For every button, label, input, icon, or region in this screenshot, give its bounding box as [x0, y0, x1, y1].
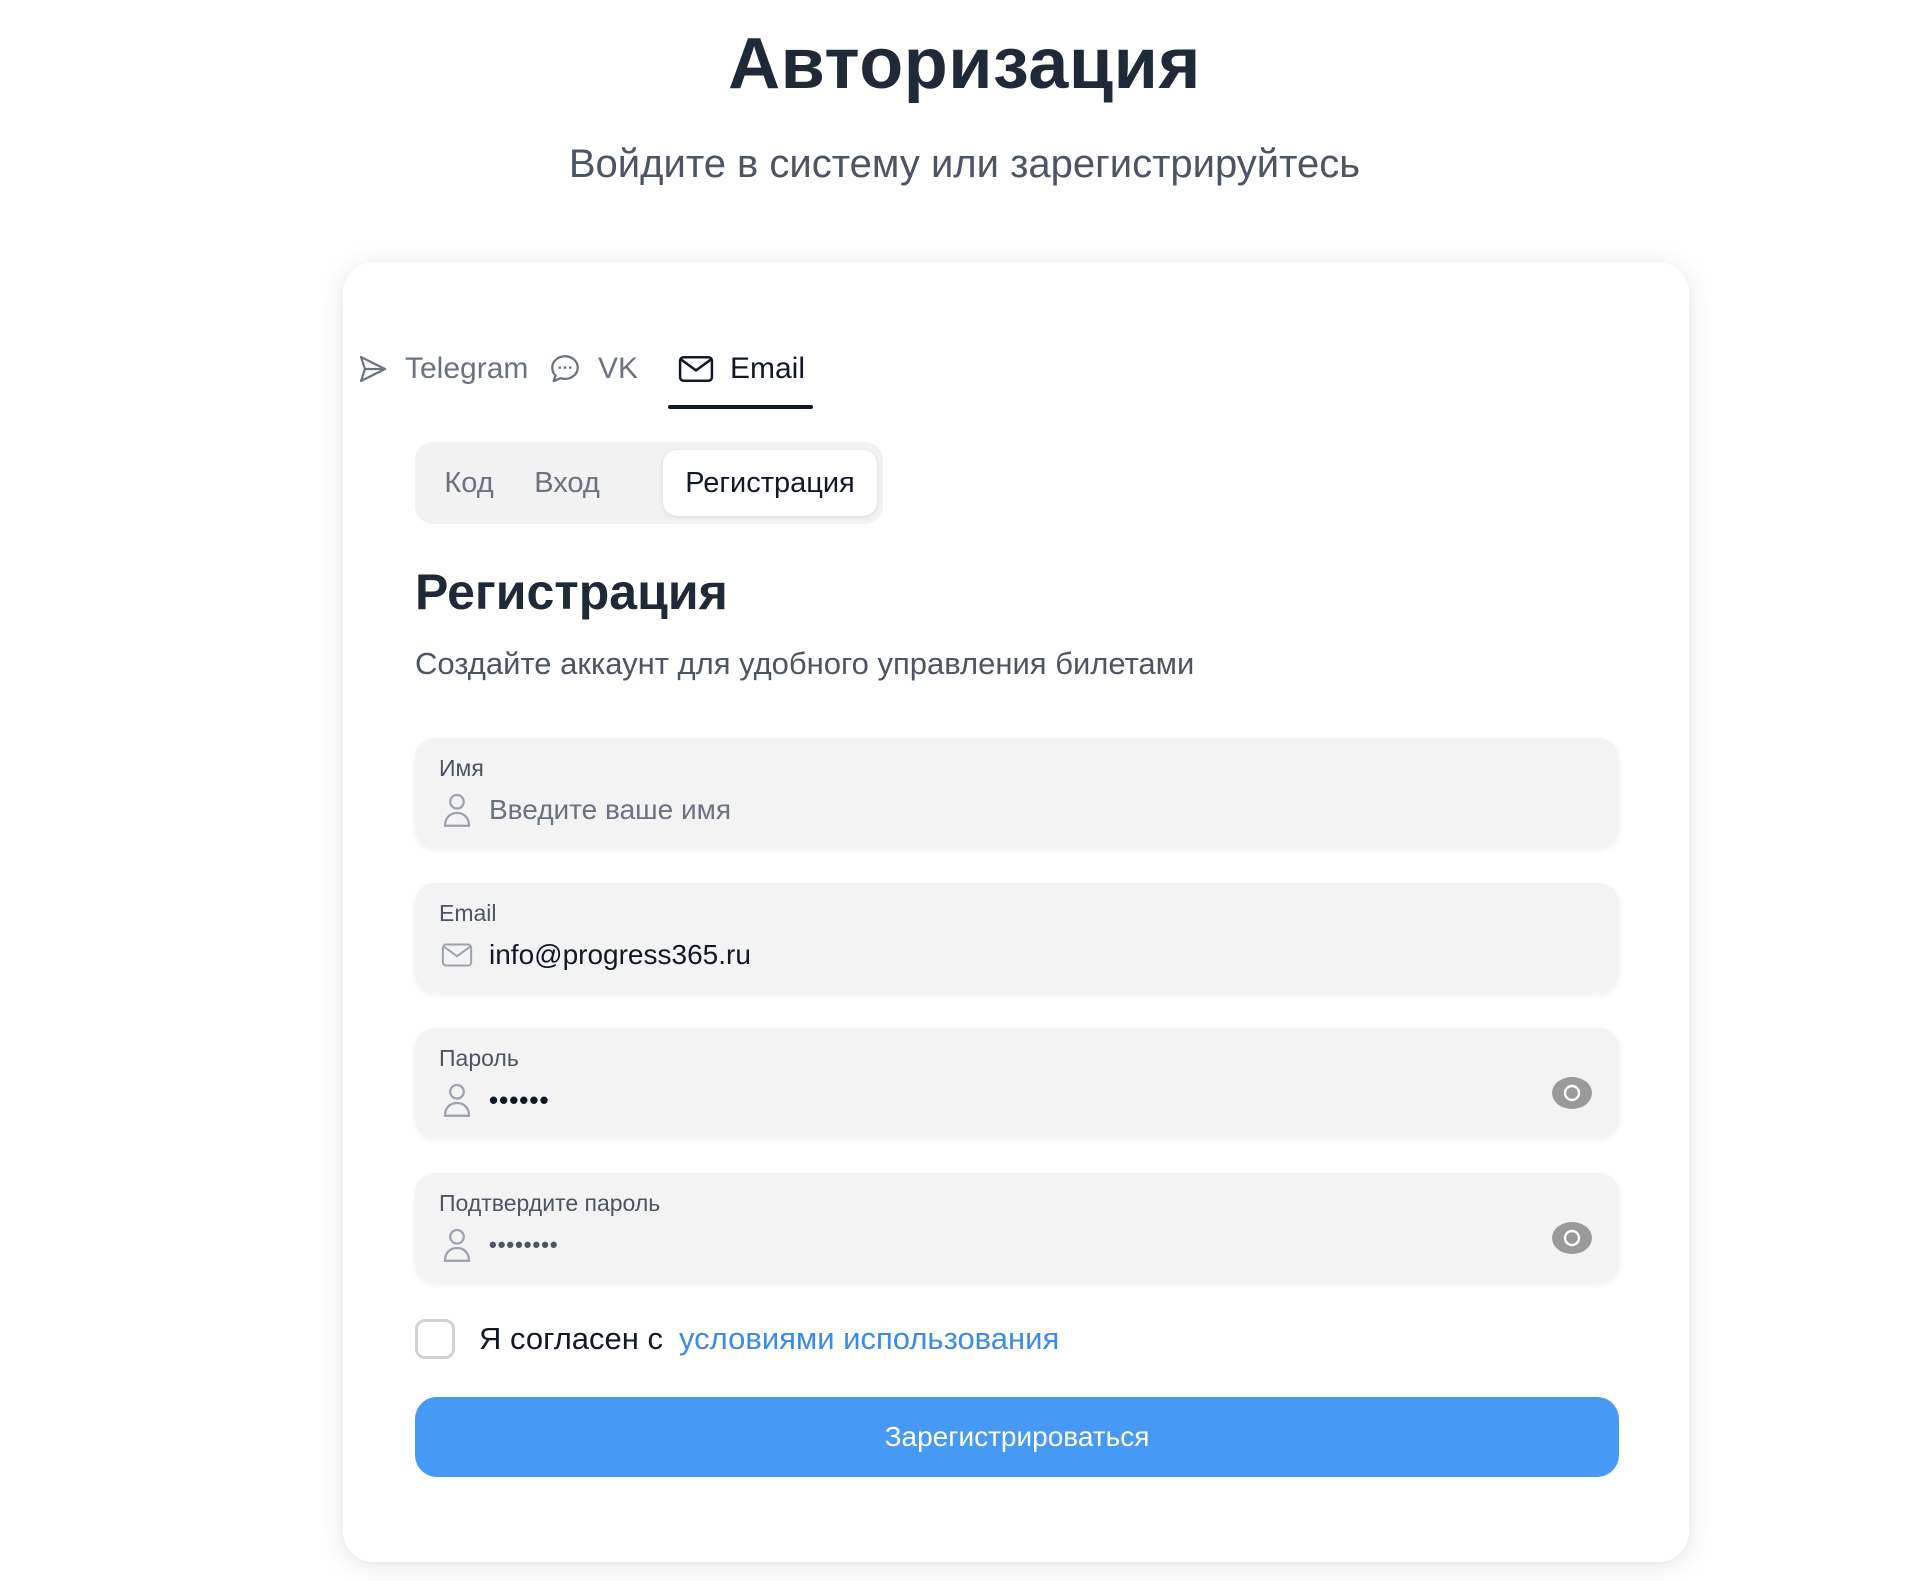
tab-label: Telegram [405, 352, 529, 385]
page-title: Авторизация [728, 24, 1201, 104]
password-label: Пароль [439, 1045, 519, 1071]
tab-label: VK [598, 352, 639, 385]
mail-icon [678, 354, 714, 384]
auth-card: Telegram VK Email Код Вход Регистрация Р… [343, 262, 1689, 1562]
form-description: Создайте аккаунт для удобного управления… [415, 646, 1195, 681]
tab-register[interactable]: Регистрация [663, 450, 877, 516]
page-subtitle: Войдите в систему или зарегистрируйтесь [568, 142, 1361, 186]
tab-vk[interactable]: VK [548, 339, 638, 399]
name-input[interactable]: Введите ваше имя [489, 790, 731, 830]
tab-telegram[interactable]: Telegram [357, 339, 528, 399]
confirm-password-field[interactable]: Подтвердите пароль •••••••• [415, 1173, 1619, 1283]
email-field[interactable]: Email info@progress365.ru [415, 883, 1619, 993]
tab-code[interactable]: Код [421, 450, 517, 516]
terms-text: Я согласен с [479, 1321, 664, 1356]
provider-tabs: Telegram VK Email [343, 262, 1689, 409]
confirm-password-label: Подтвердите пароль [439, 1190, 661, 1216]
confirm-password-input[interactable]: •••••••• [489, 1225, 559, 1265]
terms-row: Я согласен с условиями использования [415, 1317, 1059, 1361]
name-field[interactable]: Имя Введите ваше имя [415, 738, 1619, 848]
user-icon [441, 790, 473, 830]
send-icon [357, 353, 389, 385]
register-button[interactable]: Зарегистрироваться [415, 1397, 1619, 1477]
name-label: Имя [439, 755, 484, 781]
tab-email[interactable]: Email [667, 339, 814, 409]
eye-icon[interactable] [1551, 1076, 1593, 1110]
eye-icon[interactable] [1551, 1221, 1593, 1255]
terms-link[interactable]: условиями использования [679, 1321, 1059, 1357]
user-icon [441, 1225, 473, 1265]
mail-icon [441, 935, 473, 975]
password-field[interactable]: Пароль •••••• [415, 1028, 1619, 1138]
password-input[interactable]: •••••• [489, 1080, 550, 1120]
email-label: Email [439, 900, 497, 926]
terms-checkbox[interactable] [415, 1319, 455, 1359]
chat-bubble-icon [548, 352, 582, 386]
form-title: Регистрация [415, 564, 728, 620]
email-input[interactable]: info@progress365.ru [489, 935, 751, 975]
tab-login[interactable]: Вход [517, 450, 617, 516]
user-icon [441, 1080, 473, 1120]
mode-switcher: Код Вход Регистрация [415, 442, 883, 524]
tab-label: Email [730, 352, 806, 385]
